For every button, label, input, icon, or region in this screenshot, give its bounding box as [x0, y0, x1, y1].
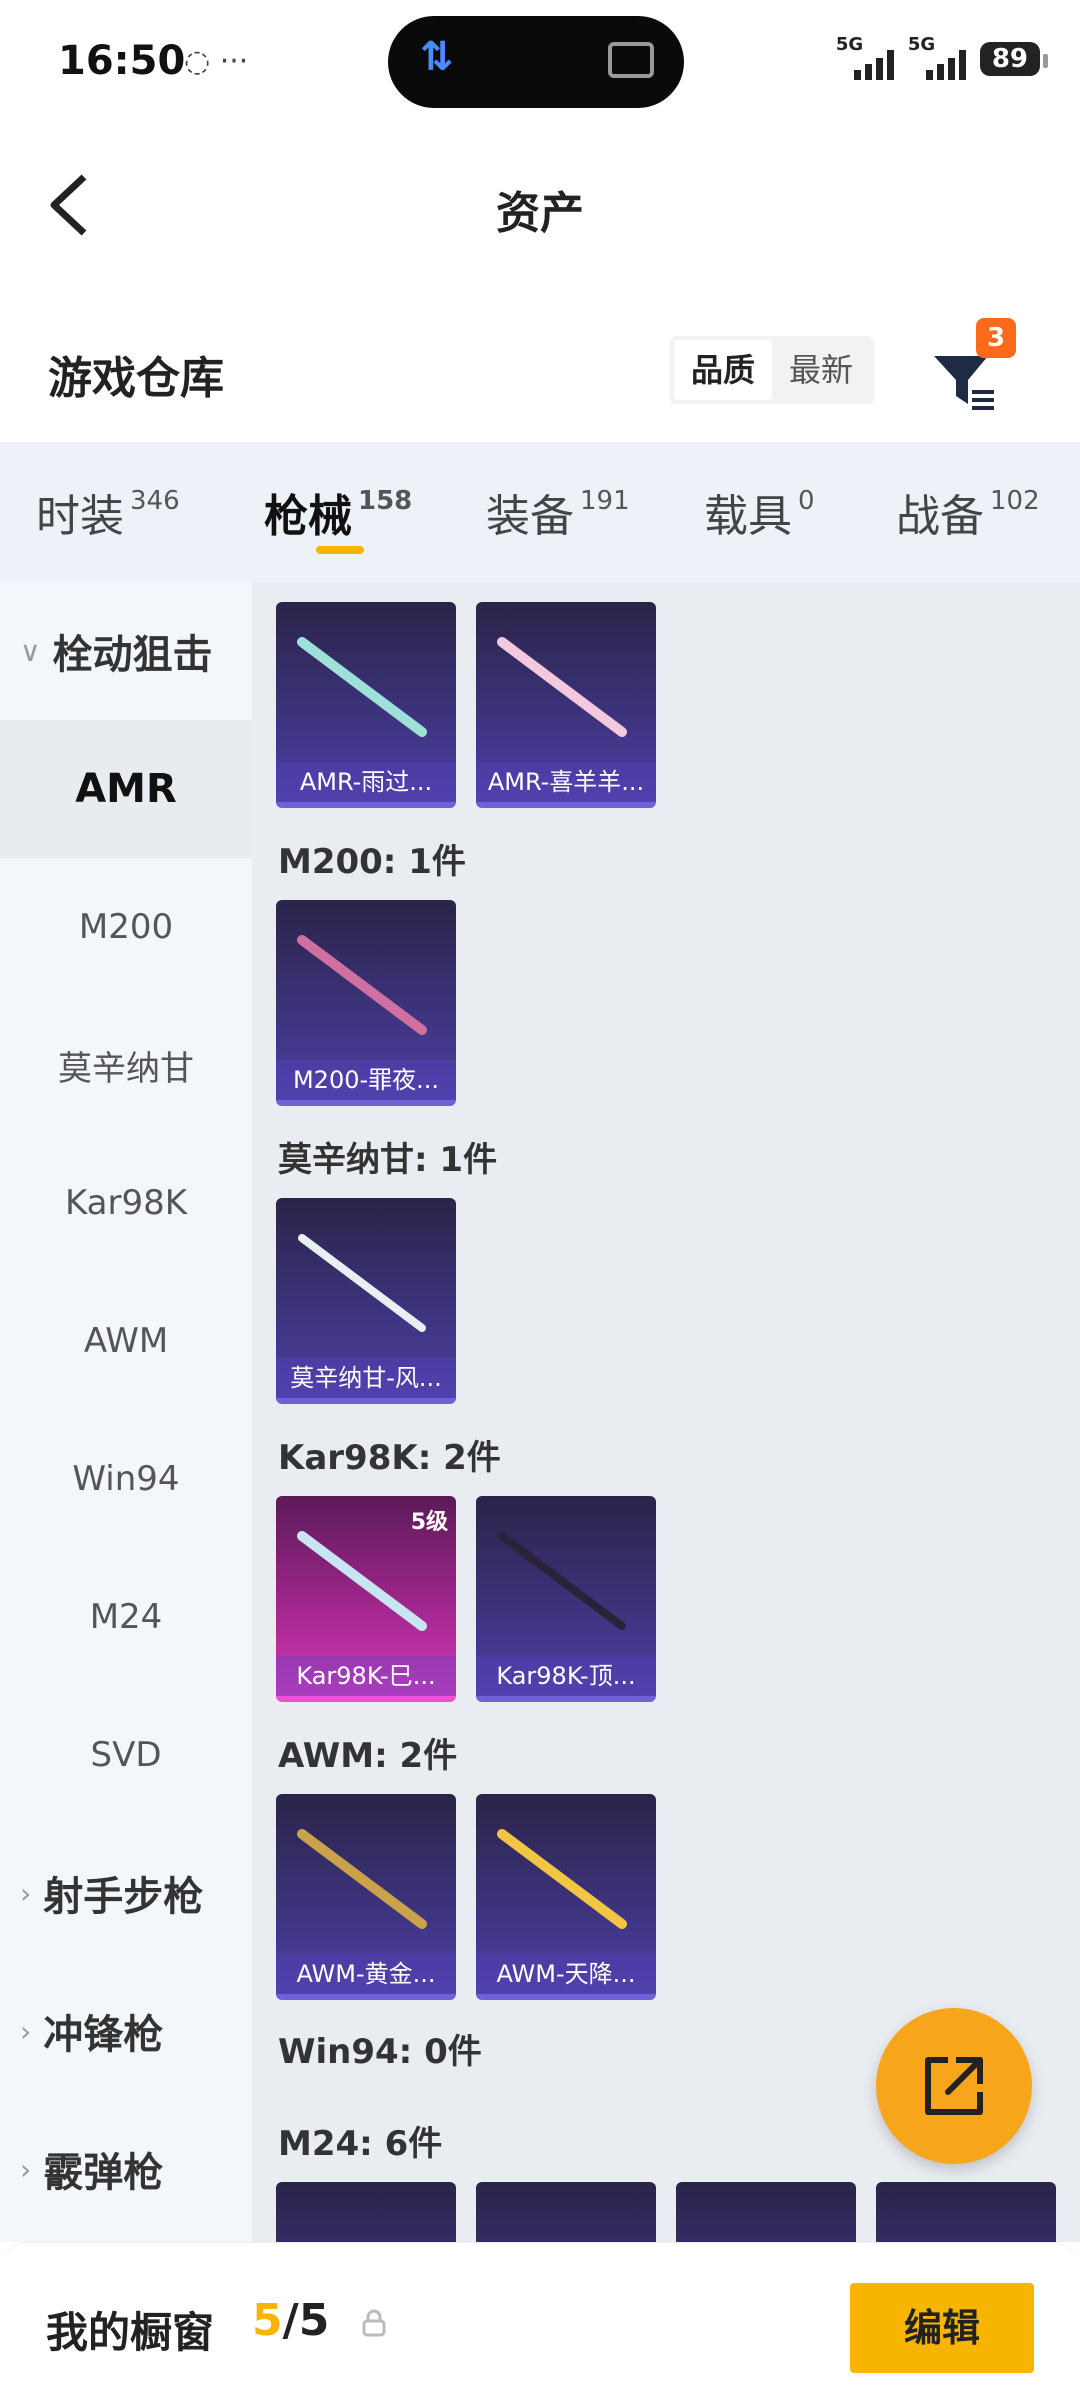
weapon-card-name: AMR-雨过...: [276, 762, 456, 802]
rifle-icon: [298, 1234, 426, 1332]
warehouse-header: 游戏仓库 品质 最新 3: [0, 300, 1080, 440]
group-label-awm: AWM: 2件: [278, 1736, 458, 1776]
signal-icon-2: 5G: [908, 34, 966, 80]
weapon-card-name: Kar98K-巳...: [276, 1656, 456, 1696]
weapon-card-name: AWM-黄金...: [276, 1954, 456, 1994]
weapon-card[interactable]: [676, 2182, 856, 2242]
showcase-bar: 我的橱窗 5/5 编辑: [0, 2242, 1080, 2401]
tab-supplies[interactable]: 战备 102: [896, 480, 1040, 544]
share-button[interactable]: [876, 2008, 1032, 2164]
rifle-icon: [498, 1532, 626, 1630]
lock-icon: [362, 2309, 386, 2337]
rifle-icon: [297, 1531, 427, 1631]
status-notification-icons: ◌ ···: [184, 44, 249, 79]
sidebar-item-mosin[interactable]: 莫辛纳甘: [0, 996, 252, 1134]
filter-count-badge: 3: [976, 318, 1016, 358]
sort-toggle: 品质 最新: [670, 336, 874, 404]
nav-bar: 资产: [0, 125, 1080, 285]
screen-icon: [608, 42, 654, 78]
tab-vehicles[interactable]: 载具 0: [704, 480, 815, 544]
sidebar-item-win94[interactable]: Win94: [0, 1410, 252, 1548]
weapon-card[interactable]: AMR-喜羊羊...: [476, 602, 656, 808]
weapon-card[interactable]: AMR-雨过...: [276, 602, 456, 808]
weapon-card-name: 莫辛纳甘-风...: [276, 1358, 456, 1398]
rifle-icon: [497, 1829, 627, 1929]
weapon-card[interactable]: 5级 Kar98K-巳...: [276, 1496, 456, 1702]
battery-indicator: 89: [979, 42, 1049, 76]
rifle-icon: [497, 637, 627, 737]
signal-icon: 5G: [836, 34, 894, 80]
weapon-grid: AMR-雨过... AMR-喜羊羊... M200: 1件 M200-罪夜...…: [252, 582, 1080, 2242]
sidebar-group-smg[interactable]: › 冲锋枪: [0, 1962, 252, 2100]
showcase-count: 5/5: [252, 2295, 330, 2346]
group-label-m24: M24: 6件: [278, 2124, 443, 2164]
weapon-card[interactable]: [476, 2182, 656, 2242]
active-tab-indicator: [316, 546, 364, 554]
sidebar-group-shotgun[interactable]: › 霰弹枪: [0, 2100, 252, 2238]
warehouse-title: 游戏仓库: [48, 353, 224, 404]
chevron-right-icon: ›: [20, 2152, 32, 2186]
chevron-right-icon: ›: [20, 1876, 32, 1910]
sort-quality-option[interactable]: 品质: [674, 340, 772, 400]
sidebar-item-awm[interactable]: AWM: [0, 1272, 252, 1410]
weapon-card[interactable]: [276, 2182, 456, 2242]
page-title: 资产: [496, 188, 584, 239]
weapon-card-name: AMR-喜羊羊...: [476, 762, 656, 802]
weapon-card[interactable]: AWM-天降...: [476, 1794, 656, 2000]
chevron-right-icon: ›: [20, 2014, 32, 2048]
dynamic-island: ⇅: [388, 16, 684, 108]
tab-equipment[interactable]: 装备 191: [486, 480, 630, 544]
tab-weapons[interactable]: 枪械 158: [264, 480, 412, 544]
weapon-card-name: Kar98K-顶...: [476, 1656, 656, 1696]
status-bar: 16:50 ◌ ··· ⇅ 5G 5G 89: [0, 0, 1080, 125]
group-label-m200: M200: 1件: [278, 842, 466, 882]
sidebar-item-kar98k[interactable]: Kar98K: [0, 1134, 252, 1272]
sidebar-item-amr[interactable]: AMR: [0, 720, 252, 858]
tab-fashion[interactable]: 时装 346: [36, 480, 180, 544]
sort-latest-option[interactable]: 最新: [772, 340, 870, 400]
group-label-win94: Win94: 0件: [278, 2032, 482, 2072]
weapon-card[interactable]: AWM-黄金...: [276, 1794, 456, 2000]
weapon-card[interactable]: M200-罪夜...: [276, 900, 456, 1106]
sidebar-group-marksman[interactable]: › 射手步枪: [0, 1824, 252, 1962]
sidebar-item-svd[interactable]: SVD: [0, 1686, 252, 1824]
rifle-icon: [297, 935, 427, 1035]
weapon-card-name: M200-罪夜...: [276, 1060, 456, 1100]
rifle-icon: [297, 1829, 427, 1929]
sidebar-item-m200[interactable]: M200: [0, 858, 252, 996]
sidebar-item-m24[interactable]: M24: [0, 1548, 252, 1686]
weapon-type-sidebar: ∨ 栓动狙击 AMR M200 莫辛纳甘 Kar98K AWM Win94 M2…: [0, 582, 252, 2242]
group-label-mosin: 莫辛纳甘: 1件: [278, 1140, 498, 1180]
group-label-kar98k: Kar98K: 2件: [278, 1438, 501, 1478]
sidebar-group-bolt-action[interactable]: ∨ 栓动狙击: [0, 582, 252, 720]
category-tabs: 时装 346 枪械 158 装备 191 载具 0 战备 102: [0, 442, 1080, 582]
weapon-card[interactable]: [876, 2182, 1056, 2242]
external-link-icon: [925, 2057, 983, 2115]
edit-button[interactable]: 编辑: [850, 2283, 1034, 2373]
showcase-title: 我的橱窗: [46, 2308, 215, 2357]
chevron-down-icon: ∨: [20, 634, 41, 668]
rifle-icon: [297, 637, 427, 737]
weapon-card[interactable]: Kar98K-顶...: [476, 1496, 656, 1702]
data-transfer-icon: ⇅: [420, 34, 454, 80]
level-badge: 5级: [410, 1510, 448, 1535]
weapon-card[interactable]: 莫辛纳甘-风...: [276, 1198, 456, 1404]
weapon-card-name: AWM-天降...: [476, 1954, 656, 1994]
status-time: 16:50: [58, 38, 186, 84]
